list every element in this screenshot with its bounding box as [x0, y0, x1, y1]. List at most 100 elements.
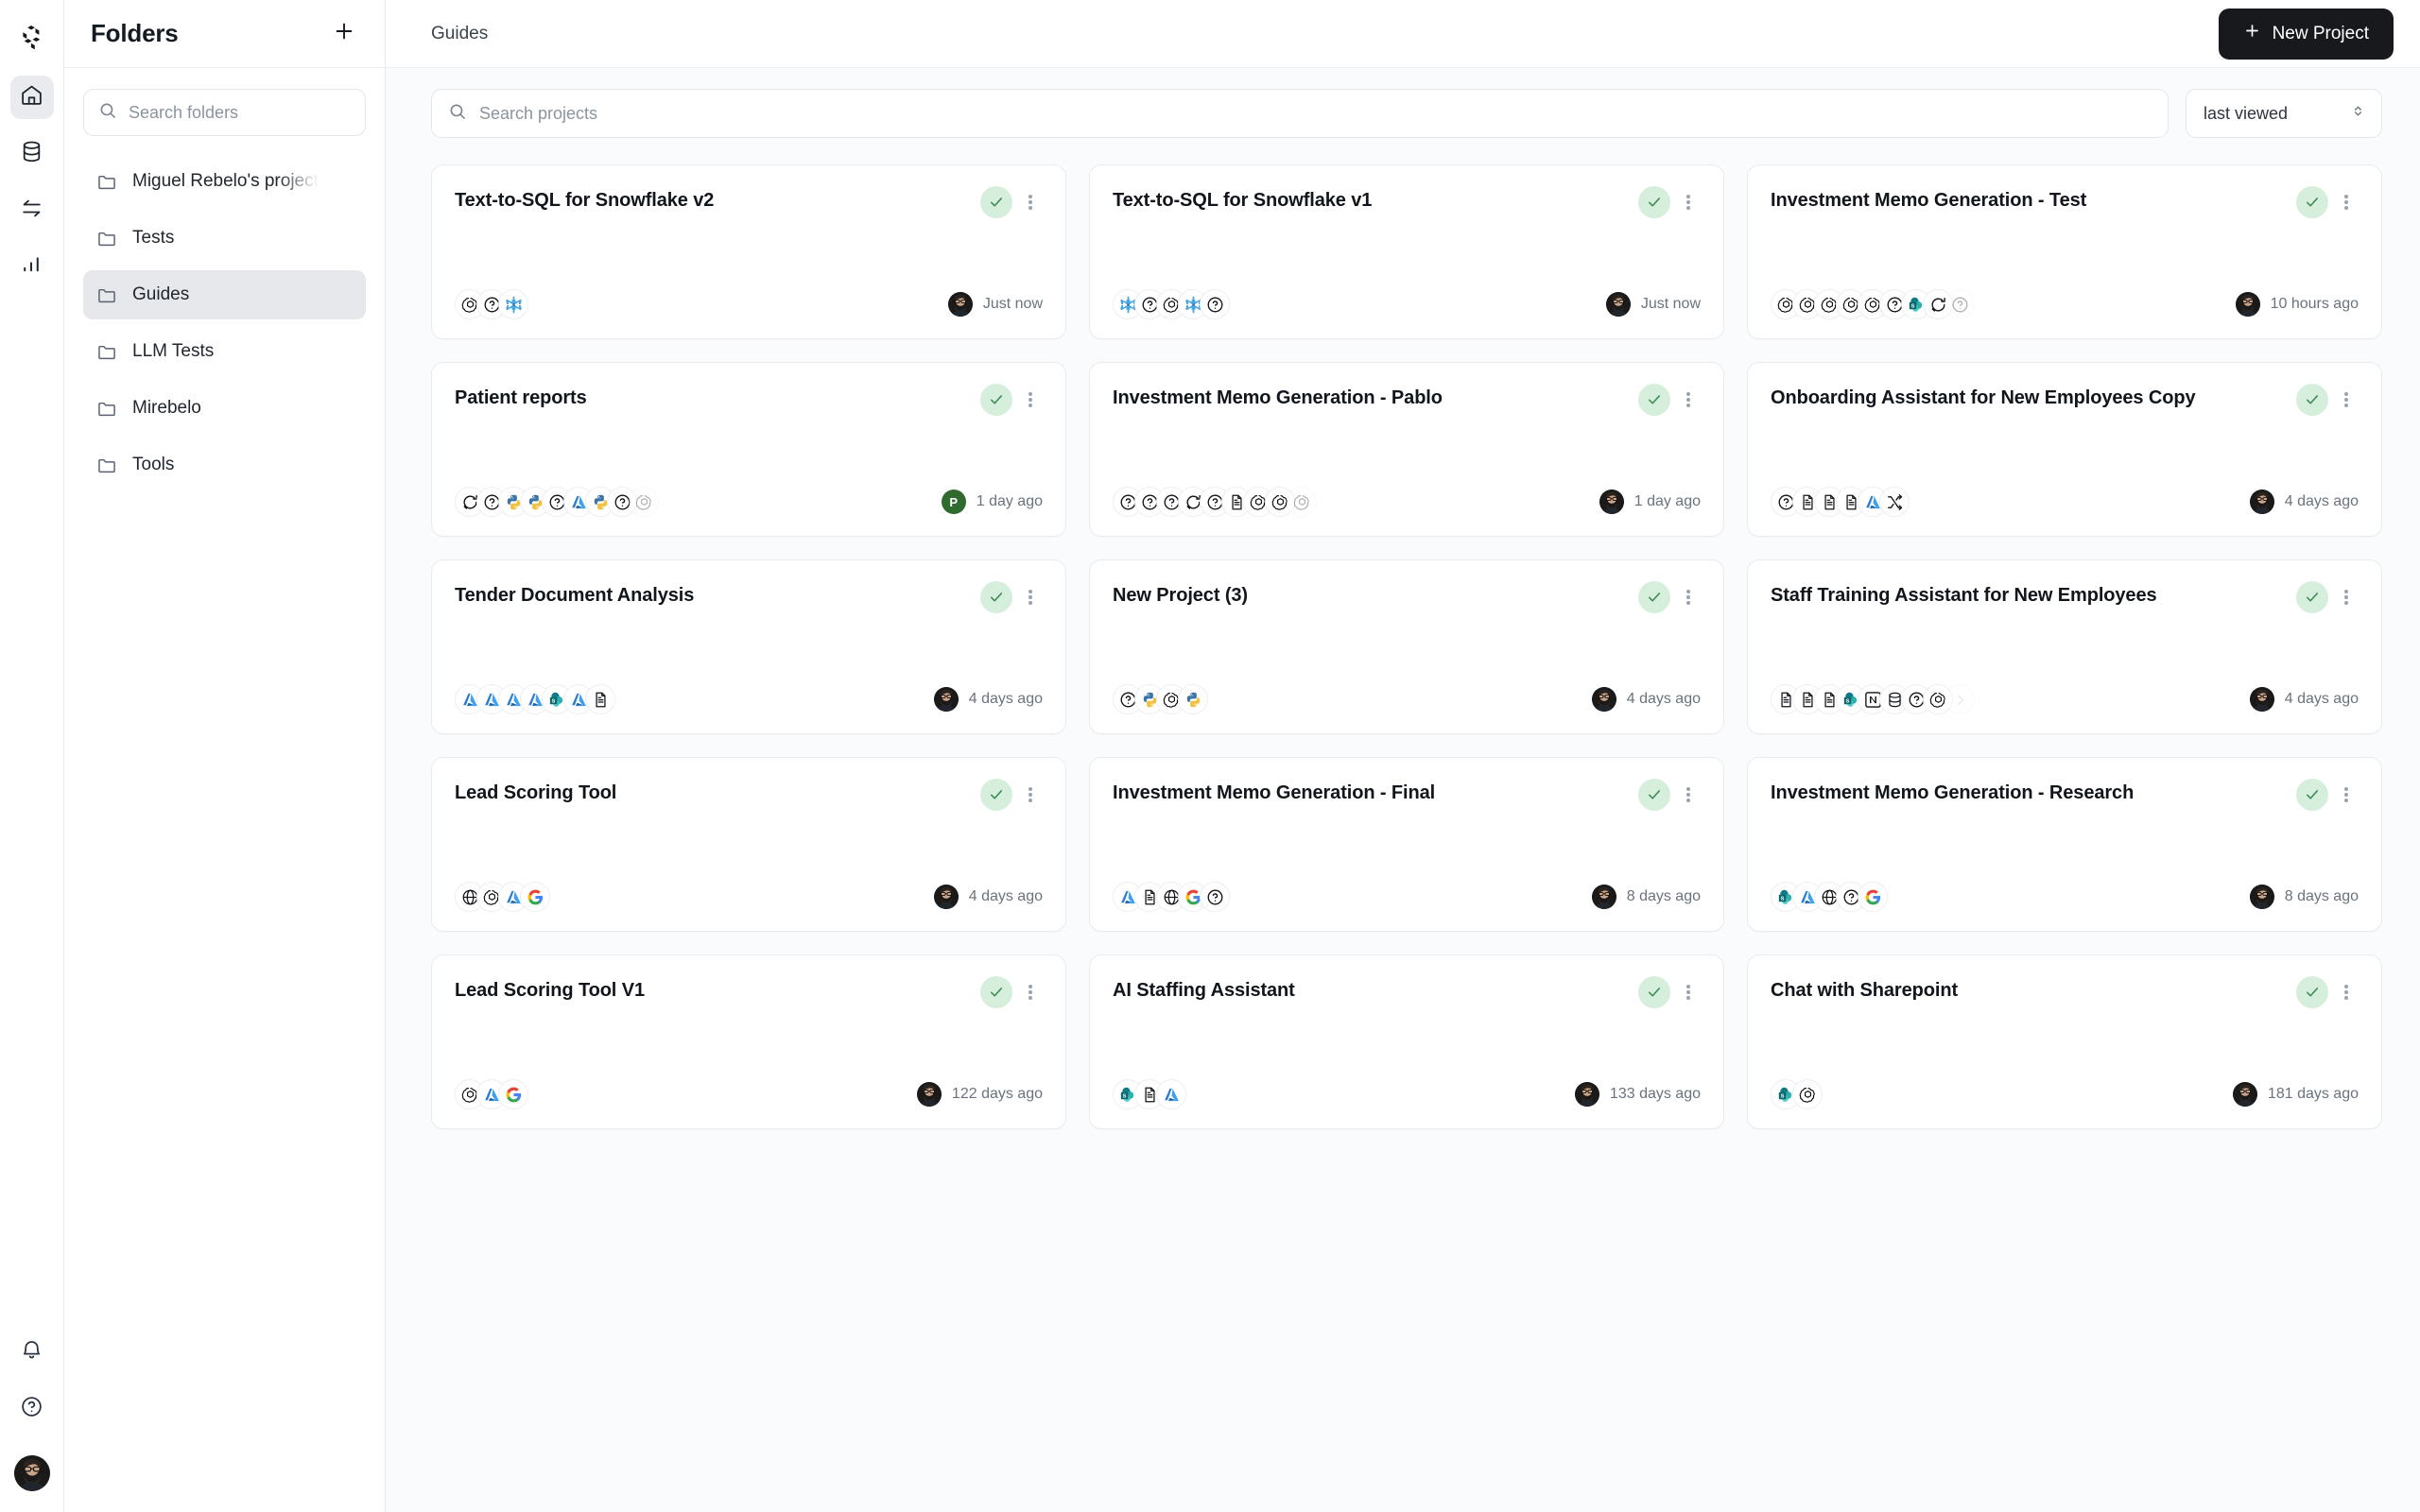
project-card[interactable]: Investment Memo Generation - Final 8 days…	[1089, 757, 1724, 932]
last-updated-time: 4 days ago	[2284, 691, 2359, 707]
card-meta: 1 day ago	[1599, 490, 1701, 514]
help-icon	[1200, 289, 1230, 319]
sort-select[interactable]: last viewed	[2186, 89, 2382, 138]
status-badge	[1638, 581, 1670, 613]
kebab-menu-icon[interactable]	[1676, 581, 1701, 613]
python-icon	[1178, 684, 1208, 714]
sidebar-item-mirebelo[interactable]: Mirebelo	[83, 384, 366, 433]
transfer-arrows-icon	[20, 197, 43, 225]
sidebar-item-llm-tests[interactable]: LLM Tests	[83, 327, 366, 376]
project-card[interactable]: Tender Document Analysis S 4 days ago	[431, 559, 1066, 734]
owner-avatar	[2232, 1082, 2257, 1107]
project-card[interactable]: Chat with Sharepoint S 181 days ago	[1747, 954, 2382, 1129]
nexus-cubes-logo-icon[interactable]	[11, 17, 53, 59]
kebab-menu-icon[interactable]	[1018, 779, 1043, 811]
sidebar-item-guides[interactable]: Guides	[83, 270, 366, 319]
project-card[interactable]: Investment Memo Generation - Pablo 1 day …	[1089, 362, 1724, 537]
sidebar-item-miguel-rebelo-s-project[interactable]: Miguel Rebelo's project	[83, 157, 366, 206]
document-icon	[585, 684, 615, 714]
tool-icon-stack: S	[1771, 1079, 1823, 1109]
folder-icon	[96, 284, 117, 305]
folder-icon	[96, 455, 117, 475]
sidebar-item-tests[interactable]: Tests	[83, 214, 366, 263]
owner-avatar	[1599, 490, 1624, 514]
search-projects-box[interactable]	[431, 89, 2169, 138]
sidebar-item-transfer[interactable]	[10, 189, 54, 232]
kebab-menu-icon[interactable]	[2334, 186, 2359, 218]
project-title: Patient reports	[455, 387, 587, 408]
app-root: Folders Miguel Rebelo's project Tests Guid…	[0, 0, 2420, 1512]
breadcrumb: Guides	[431, 23, 489, 43]
card-header: Chat with Sharepoint	[1771, 976, 2359, 1008]
kebab-menu-icon[interactable]	[1018, 976, 1043, 1008]
card-meta: P 1 day ago	[941, 490, 1043, 514]
project-card[interactable]: Lead Scoring Tool 4 days ago	[431, 757, 1066, 932]
card-meta: 133 days ago	[1574, 1082, 1701, 1107]
check-icon	[988, 391, 1005, 408]
search-projects-input[interactable]	[479, 103, 2152, 124]
help-icon	[1945, 289, 1975, 319]
project-card[interactable]: AI Staffing Assistant S 133 days ago	[1089, 954, 1724, 1129]
project-card[interactable]: Investment Memo Generation - Research S 8 …	[1747, 757, 2382, 932]
sidebar-item-analytics[interactable]	[10, 246, 54, 289]
kebab-menu-icon[interactable]	[1676, 186, 1701, 218]
notifications-button[interactable]	[10, 1331, 54, 1374]
owner-avatar	[1591, 885, 1616, 909]
status-badge	[1638, 976, 1670, 1008]
status-badge	[1638, 186, 1670, 218]
new-project-button[interactable]: New Project	[2218, 8, 2394, 60]
project-card[interactable]: New Project (3) 4 days ago	[1089, 559, 1724, 734]
project-card[interactable]: Investment Memo Generation - Test S 10 hou…	[1747, 164, 2382, 339]
search-folders-box[interactable]	[83, 89, 366, 136]
kebab-menu-icon[interactable]	[2334, 779, 2359, 811]
kebab-menu-icon[interactable]	[2334, 581, 2359, 613]
status-badge	[980, 976, 1012, 1008]
card-header-actions	[980, 186, 1043, 218]
kebab-menu-icon[interactable]	[1018, 581, 1043, 613]
google-icon	[1858, 882, 1888, 912]
avatar[interactable]	[13, 1455, 50, 1491]
kebab-menu-icon[interactable]	[1018, 186, 1043, 218]
status-badge	[2296, 384, 2328, 416]
card-footer: 4 days ago	[1113, 684, 1701, 714]
card-header-actions	[2296, 976, 2359, 1008]
card-meta: 4 days ago	[1591, 687, 1701, 712]
google-icon	[520, 882, 550, 912]
card-header: Text-to-SQL for Snowflake v2	[455, 186, 1043, 218]
search-folders-input[interactable]	[129, 102, 351, 123]
nav-rail	[0, 0, 64, 1512]
project-card[interactable]: Text-to-SQL for Snowflake v1 Just now	[1089, 164, 1724, 339]
check-icon	[988, 194, 1005, 211]
help-icon	[1200, 882, 1230, 912]
kebab-menu-icon[interactable]	[1018, 384, 1043, 416]
card-meta: 4 days ago	[933, 885, 1043, 909]
project-card[interactable]: Patient reports P 1 day ago	[431, 362, 1066, 537]
folders-title: Folders	[91, 19, 179, 47]
check-icon	[1646, 589, 1663, 606]
sidebar-item-tools[interactable]: Tools	[83, 440, 366, 490]
card-footer: 122 days ago	[455, 1079, 1043, 1109]
sidebar-item-home[interactable]	[9, 76, 54, 119]
top-bar: Guides New Project	[386, 0, 2420, 68]
card-meta: 4 days ago	[933, 687, 1043, 712]
kebab-menu-icon[interactable]	[2334, 976, 2359, 1008]
help-button[interactable]	[10, 1387, 54, 1431]
card-header-actions	[1638, 581, 1701, 613]
kebab-menu-icon[interactable]	[1676, 384, 1701, 416]
kebab-menu-icon[interactable]	[1676, 976, 1701, 1008]
kebab-menu-icon[interactable]	[2334, 384, 2359, 416]
project-card[interactable]: Lead Scoring Tool V1 122 days ago	[431, 954, 1066, 1129]
openai-icon	[1792, 1079, 1823, 1109]
owner-avatar	[2249, 687, 2274, 712]
project-card[interactable]: Onboarding Assistant for New Employees C…	[1747, 362, 2382, 537]
card-header: Staff Training Assistant for New Employe…	[1771, 581, 2359, 613]
add-folder-button[interactable]	[328, 18, 360, 50]
svg-text:S: S	[1845, 698, 1849, 704]
plus-icon	[2243, 22, 2261, 45]
project-card[interactable]: Text-to-SQL for Snowflake v2 Just now	[431, 164, 1066, 339]
project-card[interactable]: Staff Training Assistant for New Employe…	[1747, 559, 2382, 734]
sidebar-item-database[interactable]	[10, 132, 54, 176]
kebab-menu-icon[interactable]	[1676, 779, 1701, 811]
openai-icon	[629, 487, 659, 517]
sidebar-item-label: LLM Tests	[132, 341, 215, 361]
